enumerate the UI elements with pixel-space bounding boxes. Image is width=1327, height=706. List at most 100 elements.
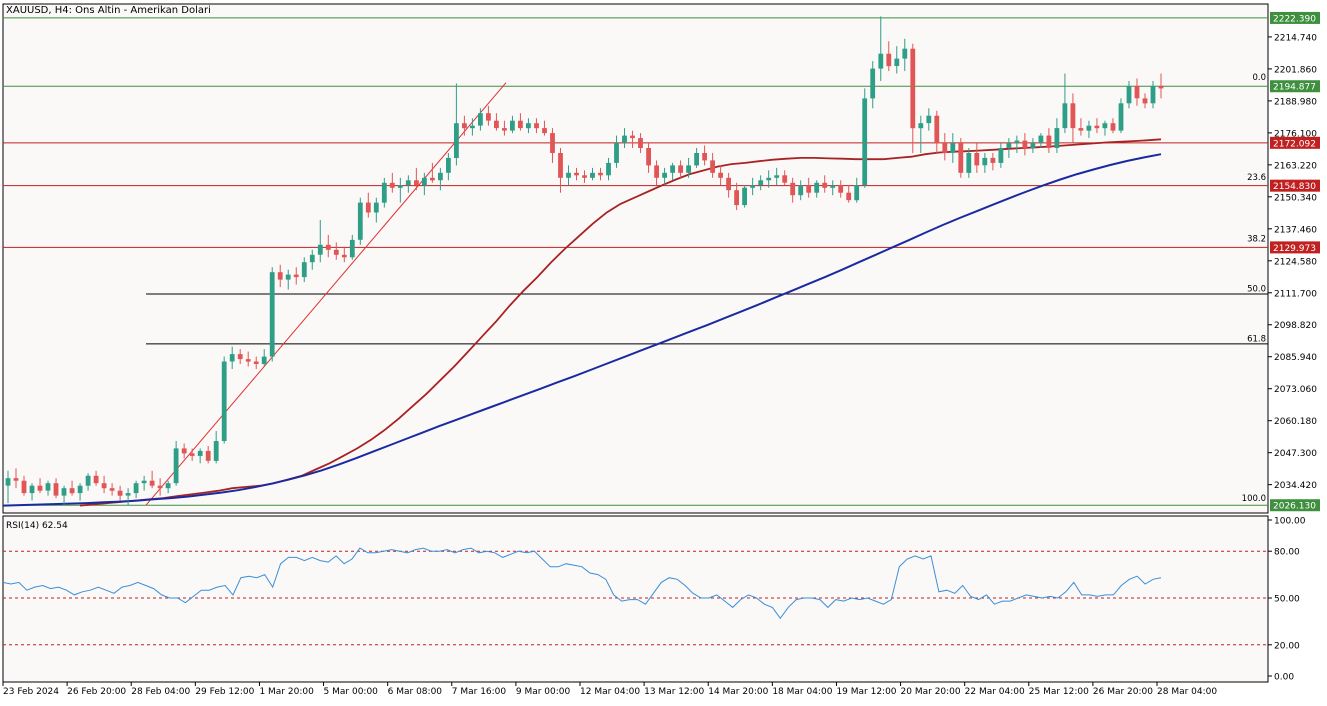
price-level-label: 2154.830	[1273, 182, 1316, 192]
rsi-tick-label: 100.00	[1274, 517, 1306, 527]
candle-bull	[221, 361, 227, 441]
price-tick-label: 2073.060	[1274, 385, 1317, 395]
candle-bear	[542, 128, 547, 134]
candle-bear	[974, 153, 980, 166]
rsi-label: RSI(14) 62.54	[6, 521, 68, 531]
candle-bull	[197, 450, 203, 456]
candle-bull	[213, 441, 219, 461]
price-tick-label: 2060.180	[1274, 417, 1317, 427]
candle-bull	[894, 58, 900, 66]
time-tick-label: 23 Feb 2024	[3, 687, 59, 697]
time-tick-label: 18 Mar 04:00	[772, 687, 832, 697]
candle-bear	[782, 175, 788, 183]
price-tick-label: 2111.700	[1274, 289, 1317, 299]
candle-bull	[1038, 135, 1044, 143]
price-tick-label: 2163.220	[1274, 161, 1317, 171]
time-tick-label: 26 Feb 20:00	[67, 687, 126, 697]
price-tick-label: 2085.940	[1274, 353, 1317, 363]
candle-bull	[686, 165, 691, 173]
candle-bull	[1006, 143, 1012, 148]
candle-bear	[558, 153, 563, 178]
candle-bear	[53, 483, 59, 496]
rsi-tick-label: 50.00	[1274, 595, 1300, 605]
candle-bull	[309, 254, 315, 263]
candle-bull	[349, 239, 355, 258]
price-tick-label: 2047.300	[1274, 449, 1317, 459]
candle-bear	[1078, 128, 1084, 131]
candle-bull	[982, 157, 988, 166]
candle-bull	[998, 148, 1004, 163]
candle-bear	[494, 120, 499, 129]
candle-bull	[1086, 125, 1092, 131]
candle-bull	[1030, 143, 1036, 148]
fib-level-label: 100.0	[1242, 494, 1266, 504]
price-tick-label: 2098.820	[1274, 321, 1317, 331]
candle-bear	[710, 160, 715, 173]
price-tick-label: 2214.740	[1274, 33, 1317, 43]
candle-bear	[630, 135, 635, 139]
candle-bull	[1150, 85, 1156, 104]
candle-bear	[718, 172, 723, 178]
time-tick-label: 22 Mar 04:00	[965, 687, 1025, 697]
fib-level-label: 0.0	[1252, 73, 1266, 83]
candle-bull	[830, 185, 836, 188]
price-tick-label: 2034.420	[1274, 481, 1317, 491]
candle-bull	[125, 493, 131, 496]
candle-bull	[950, 143, 956, 153]
candle-bull	[1062, 103, 1068, 129]
candle-bear	[293, 274, 299, 278]
candle-bear	[942, 143, 948, 153]
candle-bull	[902, 48, 908, 59]
candle-bull	[373, 202, 379, 213]
candle-bull	[141, 480, 147, 484]
price-chart-svg[interactable]: 0.0 23.6 38.2 50.0 61.8 100.0 2214.740 2201.86…	[0, 0, 1327, 702]
candle-bear	[237, 354, 243, 360]
candle-bear	[245, 359, 251, 362]
time-tick-label: 7 Mar 16:00	[452, 687, 507, 697]
candle-bear	[13, 478, 19, 481]
candle-bull	[61, 488, 67, 496]
candle-bear	[253, 361, 259, 364]
candle-bear	[990, 157, 996, 163]
price-level-label: 2026.130	[1273, 502, 1316, 512]
candle-bull	[566, 172, 571, 178]
candle-bull	[510, 120, 515, 131]
rsi-tick-label: 20.00	[1274, 641, 1300, 651]
candle-bear	[414, 180, 419, 186]
candle-bull	[317, 244, 323, 255]
candle-bear	[1110, 123, 1116, 131]
candle-bull	[446, 157, 451, 173]
candle-bull	[590, 172, 595, 178]
rsi-plot-area[interactable]	[2, 515, 1269, 683]
candle-bear	[678, 165, 683, 173]
candle-bear	[69, 488, 75, 494]
fib-level-label: 50.0	[1247, 285, 1266, 295]
rsi-tick-label: 80.00	[1274, 548, 1300, 558]
candle-bear	[333, 249, 339, 255]
candle-bull	[422, 177, 427, 186]
candle-bear	[518, 120, 523, 129]
candle-bear	[934, 115, 940, 143]
candle-bear	[822, 182, 828, 188]
candle-bull	[229, 354, 235, 362]
main-plot-area[interactable]	[2, 3, 1269, 514]
candle-bear	[886, 53, 892, 67]
candle-bear	[389, 182, 395, 188]
candle-bull	[878, 53, 884, 69]
price-tick-label: 2150.340	[1274, 193, 1317, 203]
candle-bull	[766, 177, 772, 181]
candle-bull	[774, 175, 780, 178]
candle-bull	[606, 162, 611, 176]
candle-bull	[5, 478, 11, 486]
candle-bull	[285, 274, 291, 280]
candle-bear	[1134, 85, 1140, 99]
candle-bear	[341, 254, 347, 258]
candle-bull	[742, 187, 747, 206]
candle-bear	[574, 172, 579, 176]
fib-level-label: 23.6	[1247, 173, 1266, 183]
time-tick-label: 14 Mar 20:00	[708, 687, 768, 697]
candle-bear	[462, 123, 467, 129]
candle-bull	[1014, 140, 1020, 144]
time-tick-label: 5 Mar 00:00	[324, 687, 379, 697]
candle-bear	[726, 177, 731, 191]
